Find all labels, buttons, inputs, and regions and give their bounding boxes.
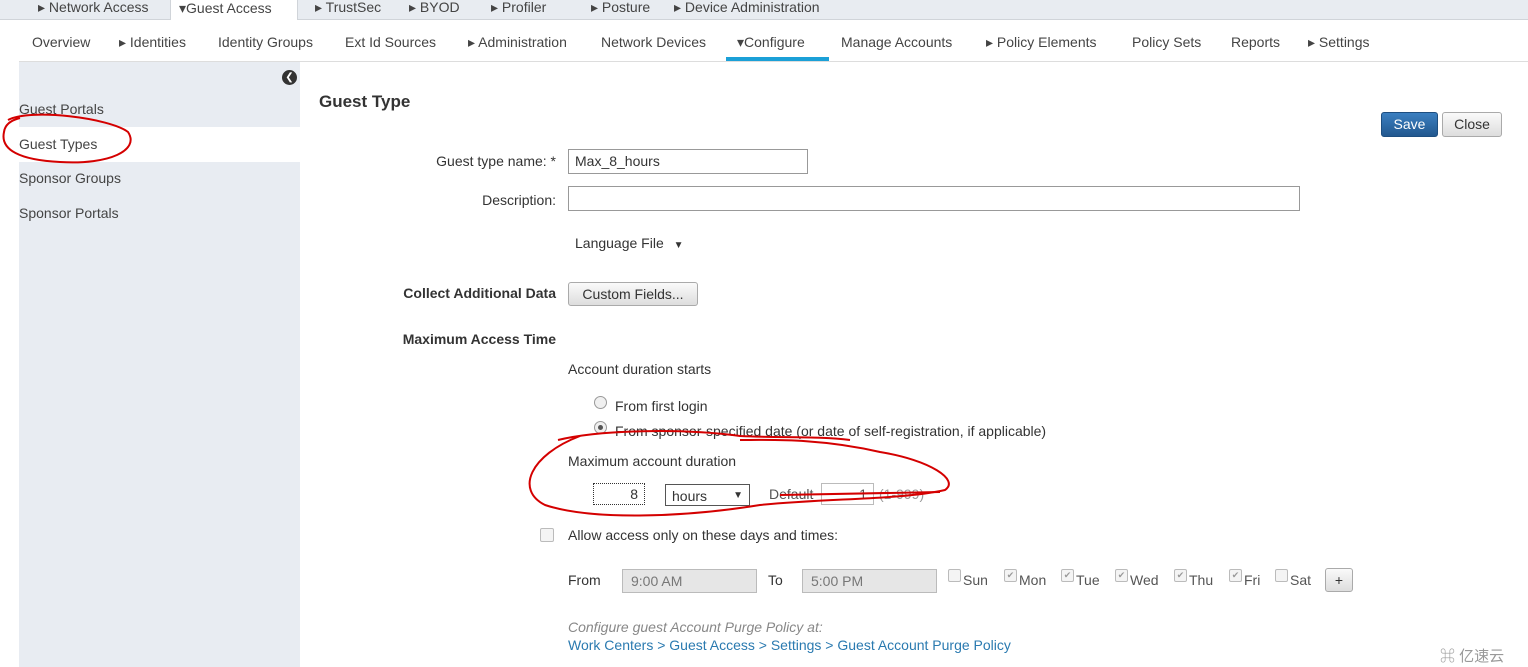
watermark-logo: ⌘ 亿速云 (1440, 648, 1505, 665)
annotation-circle-guest-types (2, 113, 132, 164)
annotation-overlay (2, 113, 950, 517)
annotation-circle-duration (528, 435, 950, 517)
annotation-strike (557, 430, 851, 441)
